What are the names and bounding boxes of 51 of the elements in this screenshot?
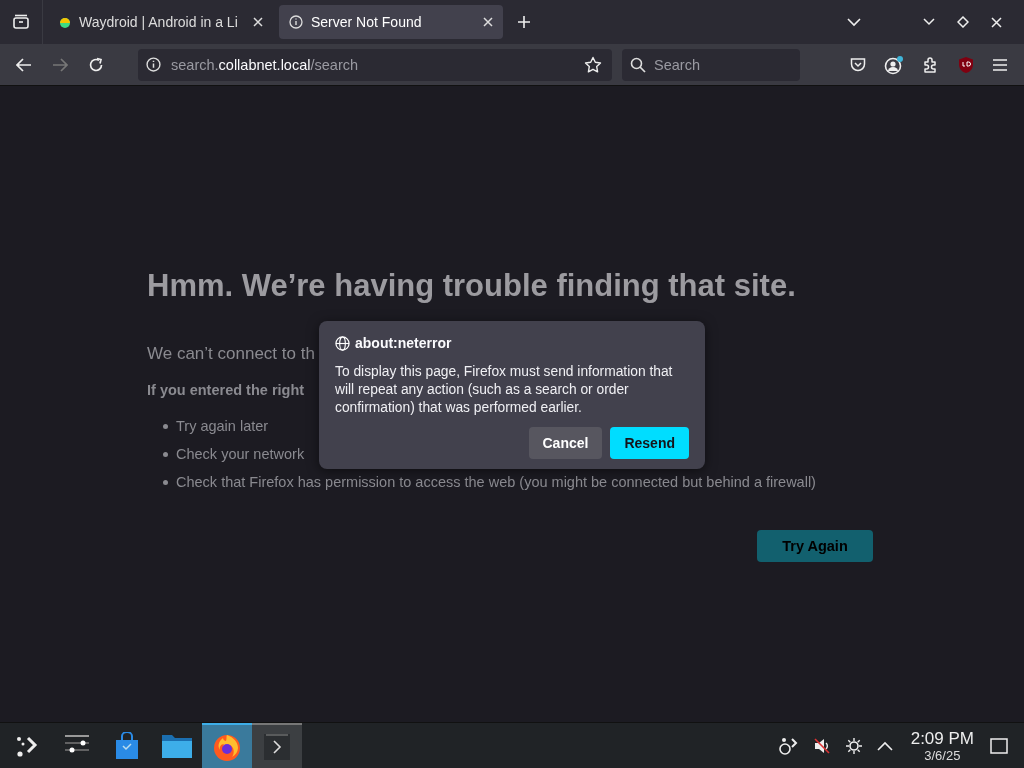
- chevron-up-icon[interactable]: [876, 740, 893, 751]
- search-field[interactable]: Search: [622, 48, 800, 81]
- url-text: search.collabnet.local/search: [171, 56, 359, 73]
- bullet-icon: [163, 479, 168, 485]
- star-icon[interactable]: [584, 55, 602, 74]
- menu-icon[interactable]: [992, 57, 1008, 72]
- browser-tab[interactable]: Server Not Found: [279, 5, 503, 39]
- show-desktop-icon[interactable]: [990, 737, 1008, 754]
- advice-text: If you entered the right: [147, 382, 305, 398]
- clock-time: 2:09 PM: [910, 729, 974, 747]
- cancel-button[interactable]: Cancel: [528, 427, 603, 459]
- terminal-icon: [263, 732, 291, 761]
- maximize-icon[interactable]: [957, 16, 969, 28]
- close-icon[interactable]: [991, 16, 1002, 28]
- error-heading: Hmm. We’re having trouble finding that site.: [147, 268, 797, 304]
- android-favicon-icon: [59, 16, 71, 28]
- clock-date: 3/6/25: [924, 748, 961, 762]
- browser-tab[interactable]: Waydroid | Android in a Li: [49, 5, 273, 39]
- resend-button[interactable]: Resend: [610, 427, 689, 459]
- tab-title: Server Not Found: [311, 14, 423, 30]
- bullet-icon: [163, 423, 168, 429]
- folder-icon: [161, 732, 193, 759]
- search-icon: [630, 56, 646, 73]
- close-icon[interactable]: [483, 17, 493, 27]
- tab-title: Waydroid | Android in a Li: [79, 14, 239, 30]
- reload-icon[interactable]: [88, 56, 104, 73]
- info-icon: [289, 15, 303, 29]
- pocket-icon[interactable]: [850, 57, 866, 72]
- globe-icon: [335, 335, 350, 351]
- minimize-icon[interactable]: [923, 18, 935, 26]
- list-tabs-icon[interactable]: [847, 17, 861, 27]
- close-icon[interactable]: [253, 17, 263, 27]
- back-icon[interactable]: [16, 57, 32, 72]
- new-tab-icon[interactable]: [517, 15, 531, 29]
- dialog-message: To display this page, Firefox must send information that will repeat any action (such as a search or order confirmation) that was performed earlier.: [335, 363, 674, 417]
- account-icon[interactable]: [884, 54, 904, 75]
- clock[interactable]: 2:09 PM 3/6/25: [910, 729, 974, 762]
- bullet-icon: [163, 451, 168, 457]
- dialog-title: about:neterror: [355, 335, 452, 351]
- bullet-text: Check that Firefox has permission to access the web (you might be connected but behind a firewall): [176, 474, 816, 490]
- bullet-text: Check your network: [176, 446, 305, 462]
- intro-text: We can’t connect to th: [147, 344, 315, 364]
- network-icon[interactable]: [778, 736, 799, 755]
- address-bar[interactable]: search.collabnet.local/search: [138, 48, 612, 81]
- muted-speaker-icon[interactable]: [812, 736, 831, 755]
- info-icon[interactable]: [146, 57, 161, 72]
- brightness-icon[interactable]: [844, 736, 863, 755]
- bullet-text: Try again later: [176, 418, 269, 434]
- shield-icon[interactable]: [958, 55, 974, 74]
- forward-icon[interactable]: [52, 57, 68, 72]
- shopping-bag-icon: [114, 731, 140, 760]
